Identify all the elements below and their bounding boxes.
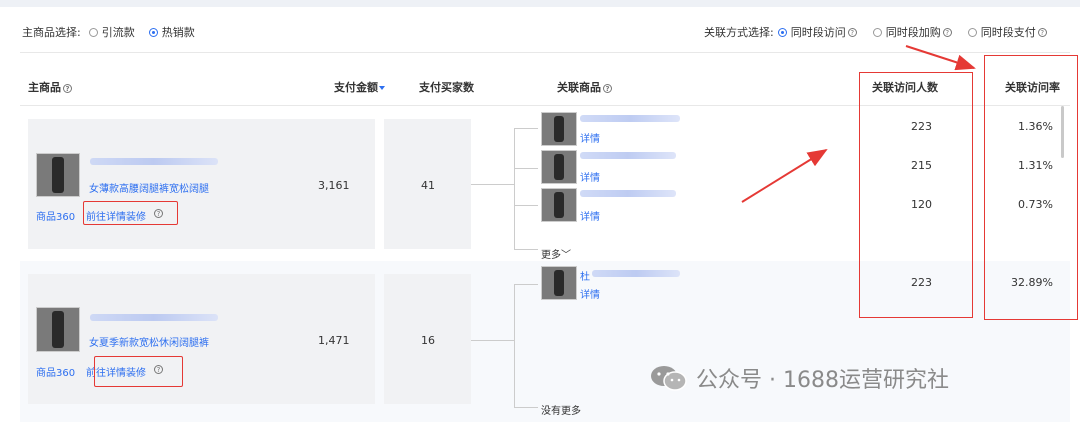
watermark-text: 公众号 · 1688运营研究社 (696, 368, 949, 393)
wechat-icon (651, 366, 687, 391)
annotation-arrows (741, 45, 976, 203)
annotation-arrow (905, 45, 976, 71)
watermark: 公众号 · 1688运营研究社 (650, 362, 949, 394)
annotation-arrow (741, 148, 828, 203)
